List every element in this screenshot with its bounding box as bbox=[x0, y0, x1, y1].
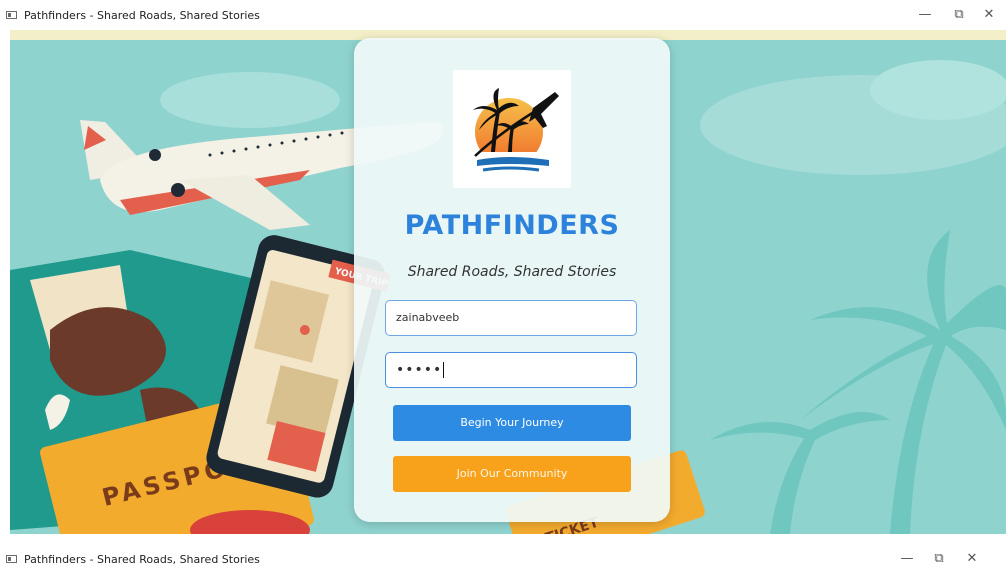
begin-journey-button[interactable]: Begin Your Journey bbox=[393, 405, 631, 441]
pathfinders-logo bbox=[453, 70, 571, 188]
app-window-icon bbox=[6, 11, 17, 19]
second-window-titlebar: Pathfinders - Shared Roads, Shared Stori… bbox=[0, 546, 1006, 572]
window-titlebar: Pathfinders - Shared Roads, Shared Stori… bbox=[0, 0, 1006, 30]
minimize-button[interactable]: — bbox=[890, 546, 924, 572]
close-button[interactable]: ✕ bbox=[972, 0, 1006, 30]
password-mask: ••••• bbox=[396, 362, 443, 378]
text-caret bbox=[443, 362, 445, 378]
window-title: Pathfinders - Shared Roads, Shared Stori… bbox=[24, 553, 260, 566]
minimize-button[interactable]: — bbox=[908, 0, 942, 30]
window-title: Pathfinders - Shared Roads, Shared Stori… bbox=[24, 9, 260, 22]
app-window-icon bbox=[6, 555, 17, 563]
maximize-button[interactable]: ⧉ bbox=[922, 546, 956, 572]
app-tagline: Shared Roads, Shared Stories bbox=[407, 264, 617, 280]
username-value: zainabveeb bbox=[396, 311, 460, 324]
maximize-button[interactable]: ⧉ bbox=[942, 0, 976, 30]
app-brand-title: PATHFINDERS bbox=[404, 210, 620, 241]
username-input[interactable]: zainabveeb bbox=[385, 300, 637, 336]
password-input[interactable]: ••••• bbox=[385, 352, 637, 388]
login-card: PATHFINDERS Shared Roads, Shared Stories… bbox=[354, 38, 670, 522]
join-community-button[interactable]: Join Our Community bbox=[393, 456, 631, 492]
close-button[interactable]: ✕ bbox=[955, 546, 989, 572]
cloud-shape bbox=[160, 72, 340, 128]
logo-icon bbox=[473, 88, 559, 172]
